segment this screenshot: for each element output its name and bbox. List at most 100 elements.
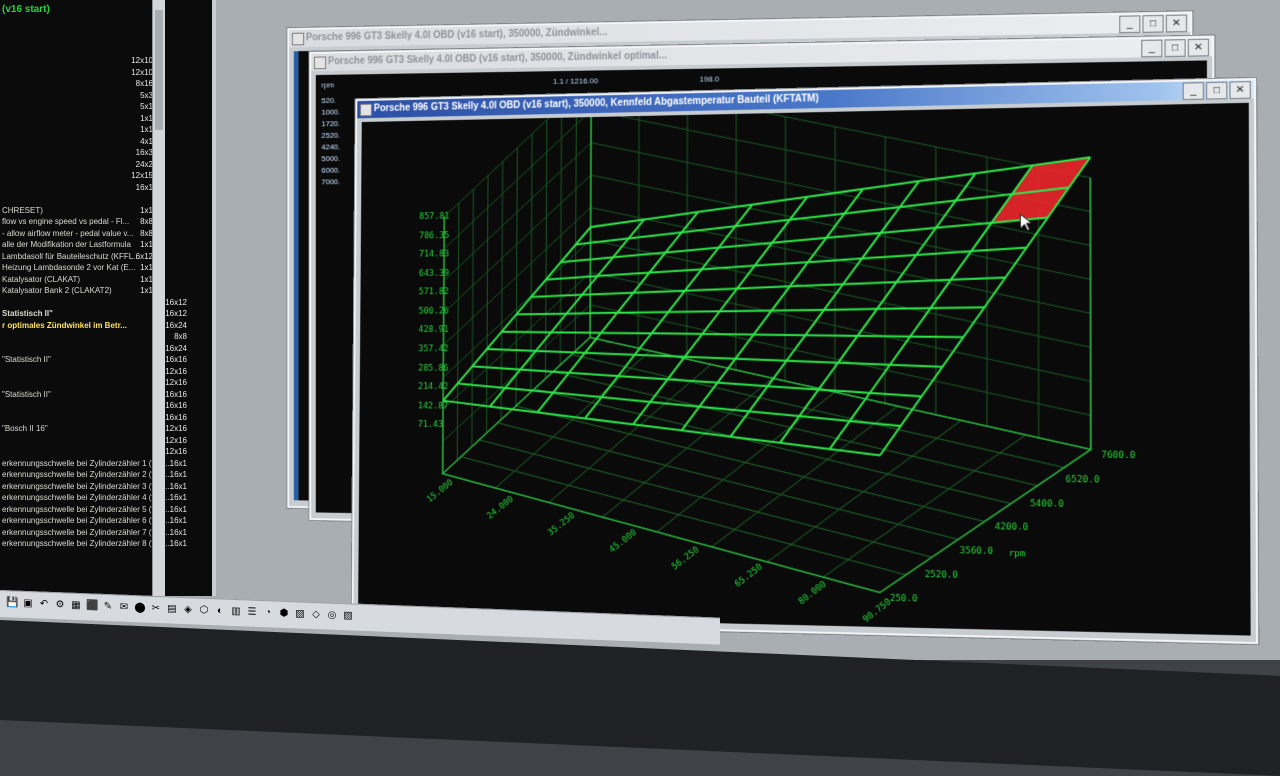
- list-item[interactable]: 16x1: [0, 183, 205, 195]
- list-item[interactable]: 16x12: [0, 298, 205, 310]
- list-item-size: 12x16: [165, 378, 187, 387]
- list-item-size: 16x16: [165, 413, 187, 422]
- list-item[interactable]: 12x16: [0, 447, 205, 459]
- taskbar-app-icon[interactable]: ◎: [326, 610, 338, 622]
- taskbar-app-icon[interactable]: ☰: [246, 606, 258, 618]
- list-item[interactable]: 16x16: [0, 413, 205, 425]
- list-item[interactable]: alle der Modifikation der Lastformula1x1: [0, 240, 205, 252]
- plot-client[interactable]: 71.43142.87214.42285.86357.42428.91500.2…: [358, 103, 1251, 636]
- maximize-button[interactable]: □: [1164, 39, 1185, 57]
- list-item-size: 12x16: [165, 447, 187, 456]
- taskbar-app-icon[interactable]: ▥: [230, 606, 242, 618]
- list-item[interactable]: 12x10: [0, 68, 205, 80]
- list-item[interactable]: 5x1: [0, 102, 205, 114]
- list-item[interactable]: 12x16: [0, 367, 205, 379]
- map-window-3d[interactable]: Porsche 996 GT3 Skelly 4.0l OBD (v16 sta…: [352, 78, 1259, 644]
- list-item[interactable]: erkennungsschwelle bei Zylinderzähler 6 …: [0, 516, 205, 528]
- taskbar-app-icon[interactable]: ◇: [310, 609, 322, 621]
- list-item[interactable]: 16x3: [0, 148, 205, 160]
- taskbar-app-icon[interactable]: ⬡: [198, 605, 210, 617]
- list-item[interactable]: erkennungsschwelle bei Zylinderzähler 4 …: [0, 493, 205, 505]
- list-item[interactable]: 12x16: [0, 378, 205, 390]
- list-item-size: 16x1: [170, 482, 187, 491]
- table-row-label: 1720.: [321, 119, 340, 131]
- list-item-label: erkennungsschwelle bei Zylinderzähler 6 …: [2, 516, 172, 525]
- list-item[interactable]: "Statistisch II"16x16: [0, 355, 205, 367]
- scrollbar-thumb[interactable]: [155, 10, 163, 130]
- taskbar-app-icon[interactable]: ▣: [22, 598, 34, 610]
- list-item[interactable]: 1x1: [0, 125, 205, 137]
- list-item[interactable]: erkennungsschwelle bei Zylinderzähler 2 …: [0, 470, 205, 482]
- taskbar-app-icon[interactable]: ◔: [262, 607, 274, 619]
- list-item-label: erkennungsschwelle bei Zylinderzähler 4 …: [2, 493, 172, 502]
- list-item[interactable]: erkennungsschwelle bei Zylinderzähler 1 …: [0, 459, 205, 471]
- taskbar-app-icon[interactable]: ↶: [38, 598, 50, 610]
- minimize-button[interactable]: _: [1119, 15, 1140, 33]
- list-item[interactable]: "Statistisch II"16x16: [0, 390, 205, 402]
- taskbar-app-icon[interactable]: ⬤: [134, 602, 146, 614]
- taskbar-app-icon[interactable]: ▦: [70, 600, 82, 612]
- list-item[interactable]: - allow airflow meter - pedal value v...…: [0, 229, 205, 241]
- list-item-label: "Statistisch II": [2, 390, 51, 399]
- list-item[interactable]: 5x3: [0, 91, 205, 103]
- list-item[interactable]: 24x2: [0, 160, 205, 172]
- list-item[interactable]: 12x10: [0, 56, 205, 68]
- taskbar-app-icon[interactable]: ▧: [294, 608, 306, 620]
- close-button[interactable]: ✕: [1188, 39, 1209, 57]
- map-list-scrollbar[interactable]: [152, 0, 165, 596]
- maximize-button[interactable]: □: [1142, 15, 1163, 33]
- list-item[interactable]: 12x15: [0, 171, 205, 183]
- list-item[interactable]: Katalysator Bank 2 (CLAKAT2)1x1: [0, 286, 205, 298]
- taskbar-app-icon[interactable]: ✉: [118, 602, 130, 614]
- list-item[interactable]: "Bosch II 16"12x16: [0, 424, 205, 436]
- taskbar-app-icon[interactable]: ◈: [182, 604, 194, 616]
- list-item[interactable]: Statistisch II"16x12: [0, 309, 205, 321]
- taskbar-app-icon[interactable]: ✎: [102, 601, 114, 613]
- list-item[interactable]: 8x16: [0, 79, 205, 91]
- minimize-button[interactable]: _: [1141, 40, 1162, 58]
- taskbar-app-icon[interactable]: ⚙: [54, 599, 66, 611]
- list-item[interactable]: [0, 194, 205, 206]
- taskbar-app-icon[interactable]: ⬢: [278, 608, 290, 620]
- list-item[interactable]: erkennungsschwelle bei Zylinderzähler 8 …: [0, 539, 205, 551]
- surface-grid-line: [531, 278, 1005, 297]
- taskbar-app-icon[interactable]: ✂: [150, 603, 162, 615]
- list-item[interactable]: erkennungsschwelle bei Zylinderzähler 7 …: [0, 528, 205, 540]
- list-item[interactable]: erkennungsschwelle bei Zylinderzähler 5 …: [0, 505, 205, 517]
- taskbar-app-icon[interactable]: ⬛: [86, 600, 98, 612]
- list-item-size: 16x1: [170, 539, 187, 548]
- surface-grid-line: [502, 330, 964, 338]
- close-button[interactable]: ✕: [1166, 14, 1187, 32]
- list-item[interactable]: flow vs engine speed vs pedal - Fl...8x8: [0, 217, 205, 229]
- list-item[interactable]: 16x24: [0, 344, 205, 356]
- list-item[interactable]: 16x16: [0, 401, 205, 413]
- minimize-button[interactable]: _: [1183, 82, 1204, 100]
- y-tick-label: 250.0: [890, 594, 918, 605]
- list-item[interactable]: 1x1: [0, 114, 205, 126]
- list-item-size: 12x16: [165, 436, 187, 445]
- list-item-size: 16x1: [170, 516, 187, 525]
- list-item[interactable]: r optimales Zündwinkel im Betr...16x24: [0, 321, 205, 333]
- wall-grid-line: [443, 235, 1090, 379]
- list-item[interactable]: erkennungsschwelle bei Zylinderzähler 3 …: [0, 482, 205, 494]
- list-item[interactable]: Heizung Lambdasonde 2 vor Kat (E...1x1: [0, 263, 205, 275]
- table-row-label: 2520.: [321, 131, 340, 143]
- list-item-size: 12x10: [131, 56, 153, 65]
- taskbar-app-icon[interactable]: ◐: [214, 605, 226, 617]
- list-item[interactable]: CHRESET)1x1: [0, 206, 205, 218]
- map-list: 12x1012x108x165x35x11x11x14x116x324x212x…: [0, 56, 205, 551]
- list-item[interactable]: Katalysator (CLAKAT)1x1: [0, 275, 205, 287]
- list-item[interactable]: 8x8: [0, 332, 205, 344]
- taskbar-app-icon[interactable]: ▨: [342, 610, 354, 622]
- close-button[interactable]: ✕: [1229, 81, 1250, 99]
- taskbar-app-icon[interactable]: 💾: [6, 597, 18, 609]
- list-item-label: Statistisch II": [2, 309, 53, 318]
- list-item[interactable]: Lambdasoll für Bauteileschutz (KFFL...6x…: [0, 252, 205, 264]
- table-row-label: 5000.: [321, 154, 340, 166]
- list-item[interactable]: 4x1: [0, 137, 205, 149]
- surface-plot[interactable]: 71.43142.87214.42285.86357.42428.91500.2…: [358, 103, 1251, 636]
- maximize-button[interactable]: □: [1206, 82, 1227, 100]
- list-item[interactable]: 12x16: [0, 436, 205, 448]
- list-item-size: 16x1: [170, 459, 187, 468]
- taskbar-app-icon[interactable]: ▤: [166, 603, 178, 615]
